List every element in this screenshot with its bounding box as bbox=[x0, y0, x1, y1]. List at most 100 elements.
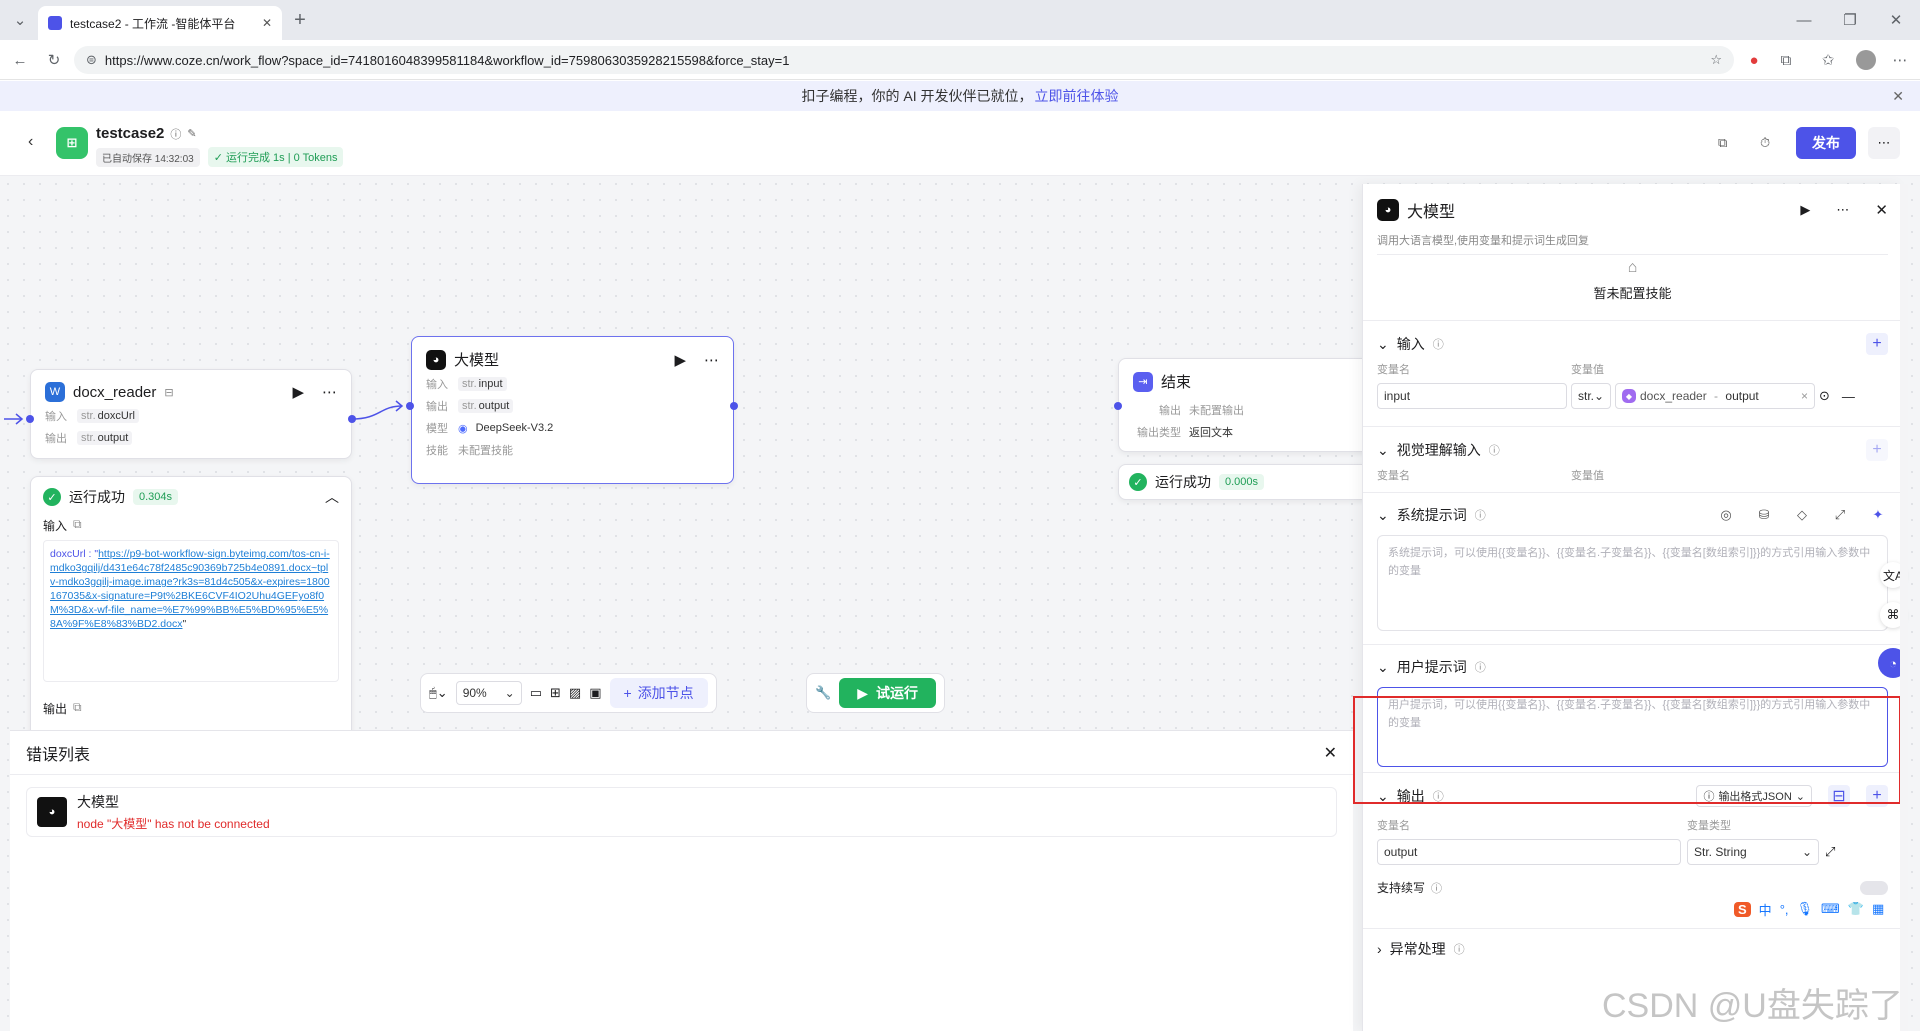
copy-output-icon[interactable]: ⧉ bbox=[73, 700, 82, 717]
vision-section-title: 视觉理解输入 bbox=[1396, 442, 1481, 458]
info-icon[interactable]: ⓘ bbox=[1475, 659, 1486, 675]
copy-input-icon[interactable]: ⧉ bbox=[73, 517, 82, 534]
output-var-name-field[interactable]: output bbox=[1377, 839, 1681, 865]
node-more-icon[interactable]: ⋯ bbox=[322, 383, 337, 401]
docx-output-port[interactable] bbox=[348, 415, 356, 423]
minimap-icon[interactable]: ▣ bbox=[589, 685, 601, 701]
layout-icon[interactable]: ⊞ bbox=[550, 685, 561, 701]
doc-url-link[interactable]: https://p9-bot-workflow-sign.byteimg.com… bbox=[50, 548, 330, 630]
browser-menu-icon[interactable]: ⋯ bbox=[1886, 46, 1914, 74]
favorite-star-icon[interactable]: ☆ bbox=[1710, 52, 1722, 68]
collapse-chevron-icon[interactable]: ⌄ bbox=[1377, 659, 1389, 676]
docx-input-port[interactable] bbox=[26, 415, 34, 423]
ai-sparkle-icon[interactable]: ✦ bbox=[1868, 505, 1888, 525]
punct-icon[interactable]: °, bbox=[1780, 902, 1789, 917]
add-node-button[interactable]: + 添加节点 bbox=[609, 678, 708, 708]
output-label: 输出 bbox=[426, 401, 448, 413]
expand-icon[interactable]: ⤢ bbox=[1830, 505, 1850, 525]
output-type-select[interactable]: Str. String ⌄ bbox=[1687, 839, 1819, 865]
extensions-puzzle-icon[interactable]: ⧉ bbox=[1772, 46, 1800, 74]
run-node-icon[interactable]: ▶ bbox=[674, 351, 686, 369]
panel-scrollbar[interactable] bbox=[1900, 184, 1908, 1031]
window-close-icon[interactable]: ✕ bbox=[1882, 6, 1910, 34]
publish-button[interactable]: 发布 bbox=[1796, 127, 1856, 159]
run-node-icon[interactable]: ▶ bbox=[1800, 202, 1810, 218]
skin-icon[interactable]: 👕 bbox=[1848, 901, 1864, 917]
bulb-icon[interactable]: ◇ bbox=[1792, 505, 1812, 525]
add-vision-button[interactable]: + bbox=[1866, 439, 1888, 461]
end-input-port[interactable] bbox=[1114, 402, 1122, 410]
minimize-icon[interactable]: — bbox=[1790, 6, 1818, 34]
collapse-chevron-icon[interactable]: ⌄ bbox=[1377, 336, 1389, 353]
input-ref-field[interactable]: ◆ docx_reader - output × bbox=[1615, 383, 1815, 409]
restore-icon[interactable]: ❐ bbox=[1836, 6, 1864, 34]
info-icon[interactable]: ⓘ bbox=[170, 126, 181, 142]
mouse-mode-icon[interactable]: 🖱⌄ bbox=[429, 685, 448, 701]
banner-link[interactable]: 立即前往体验 bbox=[1035, 86, 1119, 106]
site-info-icon[interactable]: ⊜ bbox=[86, 52, 97, 68]
edit-icon[interactable]: ✎ bbox=[187, 127, 196, 140]
keyboard-icon[interactable]: ⌨ bbox=[1821, 901, 1840, 917]
tab-list-chevron-icon[interactable]: ⌄ bbox=[6, 6, 34, 34]
banner-close-icon[interactable]: ✕ bbox=[1892, 88, 1904, 105]
new-tab-icon[interactable]: + bbox=[286, 6, 314, 34]
collapse-chevron-icon[interactable]: ︿ bbox=[325, 487, 339, 507]
info-icon[interactable]: ⓘ bbox=[1454, 941, 1465, 957]
info-icon[interactable]: ⓘ bbox=[1475, 507, 1486, 523]
add-input-button[interactable]: + bbox=[1866, 333, 1888, 355]
close-tab-icon[interactable]: ✕ bbox=[262, 16, 272, 30]
docx-reader-node[interactable]: W docx_reader ⊟ ▶ ⋯ 输入 str. doxcUrl 输出 str.… bbox=[30, 369, 352, 459]
extension-icon[interactable]: ● bbox=[1740, 46, 1768, 74]
var-value-header: 变量值 bbox=[1571, 364, 1604, 376]
system-prompt-input[interactable]: 系统提示词，可以使用{{变量名}}、{{变量名.子变量名}}、{{变量名[数组索… bbox=[1377, 535, 1888, 631]
compass-icon[interactable]: ◎ bbox=[1716, 505, 1736, 525]
info-icon[interactable]: ⓘ bbox=[1433, 336, 1444, 352]
plugin-badge-icon: ⊟ bbox=[164, 386, 174, 399]
input-json: doxcUrl : "https://p9-bot-workflow-sign.… bbox=[43, 540, 339, 682]
llm-output-port[interactable] bbox=[730, 402, 738, 410]
toolbox-icon[interactable]: ▦ bbox=[1872, 901, 1884, 917]
image-icon[interactable]: ▨ bbox=[569, 685, 581, 701]
history-icon[interactable]: ⏱ bbox=[1760, 135, 1770, 151]
url-field[interactable]: ⊜ https://www.coze.cn/work_flow?space_id… bbox=[74, 46, 1734, 74]
zoom-select[interactable]: 90% ⌄ bbox=[455, 681, 522, 705]
library-icon[interactable]: ⛁ bbox=[1754, 505, 1774, 525]
llm-input-port[interactable] bbox=[406, 402, 414, 410]
panel-more-icon[interactable]: ⋯ bbox=[1836, 202, 1849, 218]
remove-input-icon[interactable]: — bbox=[1842, 389, 1855, 404]
ime-mode[interactable]: 中 bbox=[1759, 900, 1772, 919]
close-errors-icon[interactable]: ✕ bbox=[1324, 743, 1337, 763]
expand-icon[interactable]: ⤢ bbox=[1825, 844, 1835, 860]
copy-icon[interactable]: ⧉ bbox=[1718, 135, 1727, 151]
back-arrow-icon[interactable]: ‹ bbox=[28, 133, 33, 151]
clear-ref-icon[interactable]: × bbox=[1801, 389, 1808, 403]
profile-avatar[interactable] bbox=[1852, 46, 1880, 74]
node-more-icon[interactable]: ⋯ bbox=[704, 351, 719, 369]
run-node-icon[interactable]: ▶ bbox=[292, 383, 304, 401]
panel-close-icon[interactable]: ✕ bbox=[1875, 201, 1888, 219]
collapse-chevron-icon[interactable]: ⌄ bbox=[1377, 507, 1389, 524]
favorites-icon[interactable]: ✩ bbox=[1814, 46, 1842, 74]
streaming-toggle[interactable] bbox=[1860, 880, 1888, 895]
input-var-name-field[interactable]: input bbox=[1377, 383, 1567, 409]
browser-tab[interactable]: testcase2 - 工作流 -智能体平台 ✕ bbox=[38, 6, 282, 40]
llm-node[interactable]: ◕ 大模型 ▶ ⋯ 输入 str. input 输出 str. output 模型 ◉ De… bbox=[411, 336, 734, 484]
more-menu-icon[interactable]: ⋯ bbox=[1868, 127, 1900, 159]
error-list-title: 错误列表 bbox=[26, 746, 91, 764]
output-var: output bbox=[478, 400, 510, 412]
info-icon[interactable]: ⓘ bbox=[1489, 442, 1500, 458]
mic-icon[interactable]: 🎙 bbox=[1797, 901, 1814, 917]
info-icon[interactable]: ⓘ bbox=[1431, 880, 1442, 896]
collapse-chevron-icon[interactable]: ⌄ bbox=[1377, 442, 1389, 459]
end-node[interactable]: ⇥ 结束 输出 未配置输出 输出类型 返回文本 bbox=[1118, 358, 1378, 452]
comment-icon[interactable]: ▭ bbox=[530, 685, 542, 701]
test-run-button[interactable]: ▶ 试运行 bbox=[839, 678, 936, 708]
reload-icon[interactable]: ↻ bbox=[40, 46, 68, 74]
expand-chevron-icon[interactable]: › bbox=[1377, 941, 1382, 957]
back-icon[interactable]: ← bbox=[6, 46, 34, 74]
wrench-icon[interactable]: 🔧 bbox=[815, 685, 831, 701]
settings-circle-icon[interactable]: ⊙ bbox=[1819, 388, 1830, 404]
ime-toolbar[interactable]: S 中 °, 🎙 ⌨ 👕 ▦ bbox=[1728, 898, 1891, 920]
input-type-select[interactable]: str. ⌄ bbox=[1571, 383, 1611, 409]
error-item[interactable]: ◕ 大模型 node "大模型" has not be connected bbox=[26, 787, 1337, 837]
